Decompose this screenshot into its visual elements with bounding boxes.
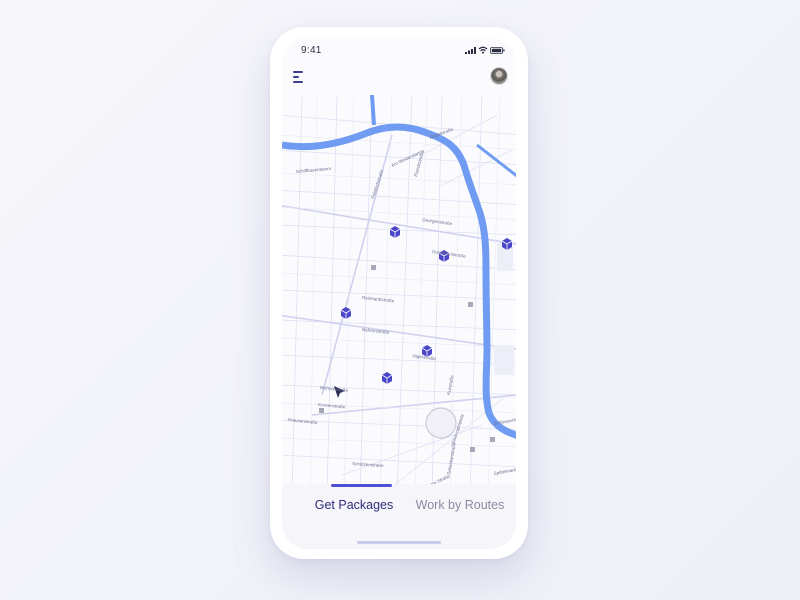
status-time: 9:41 xyxy=(301,45,322,56)
map-canvas: ZiegelstraßeSchiffbauerdammAm Weidendamm… xyxy=(282,95,516,495)
street-label: Krausenstraße xyxy=(288,417,318,425)
street-label: Schützenstraße xyxy=(352,461,384,468)
phone-frame: 9:41 Ziegelstraße Schiffbauerdamm Am Wei… xyxy=(270,27,528,559)
street-label: Dorotheenstraße xyxy=(432,249,467,259)
active-tab-indicator xyxy=(331,484,392,487)
street-label: Schiffbauerdamm xyxy=(296,166,332,174)
package-marker[interactable] xyxy=(389,226,401,238)
map-view[interactable]: Ziegelstraße Schiffbauerdamm Am Weidendamm… xyxy=(282,95,516,495)
home-indicator[interactable] xyxy=(357,541,441,544)
menu-icon[interactable] xyxy=(293,71,309,85)
tab-get-packages[interactable]: Get Packages xyxy=(296,494,412,516)
river-spree xyxy=(282,123,516,439)
tab-work-by-routes[interactable]: Work by Routes xyxy=(408,494,512,516)
location-radius xyxy=(425,407,457,439)
phone-screen: 9:41 Ziegelstraße Schiffbauerdamm Am Wei… xyxy=(282,37,516,549)
street-label: Behrenstraße xyxy=(362,327,390,335)
street-label: Sebastianstraße xyxy=(446,442,457,476)
battery-icon xyxy=(490,47,505,54)
bottom-tab-bar: Get Packages Work by Routes xyxy=(282,484,516,549)
street-label: Georgenstraße xyxy=(422,217,453,226)
street-label: Reinhardtstraße xyxy=(362,295,395,303)
wifi-icon xyxy=(478,46,488,54)
street-label: Jägerstraße xyxy=(412,353,437,361)
avatar[interactable] xyxy=(491,68,507,84)
signal-icon xyxy=(465,47,476,54)
street-label: Friedrichstraße xyxy=(370,169,384,200)
street-label: Spittelmarkt xyxy=(493,467,516,476)
status-bar: 9:41 xyxy=(282,37,516,65)
street-label: Mohrenstraße xyxy=(320,385,349,393)
street-label: Schleusenbrücke xyxy=(493,415,516,426)
